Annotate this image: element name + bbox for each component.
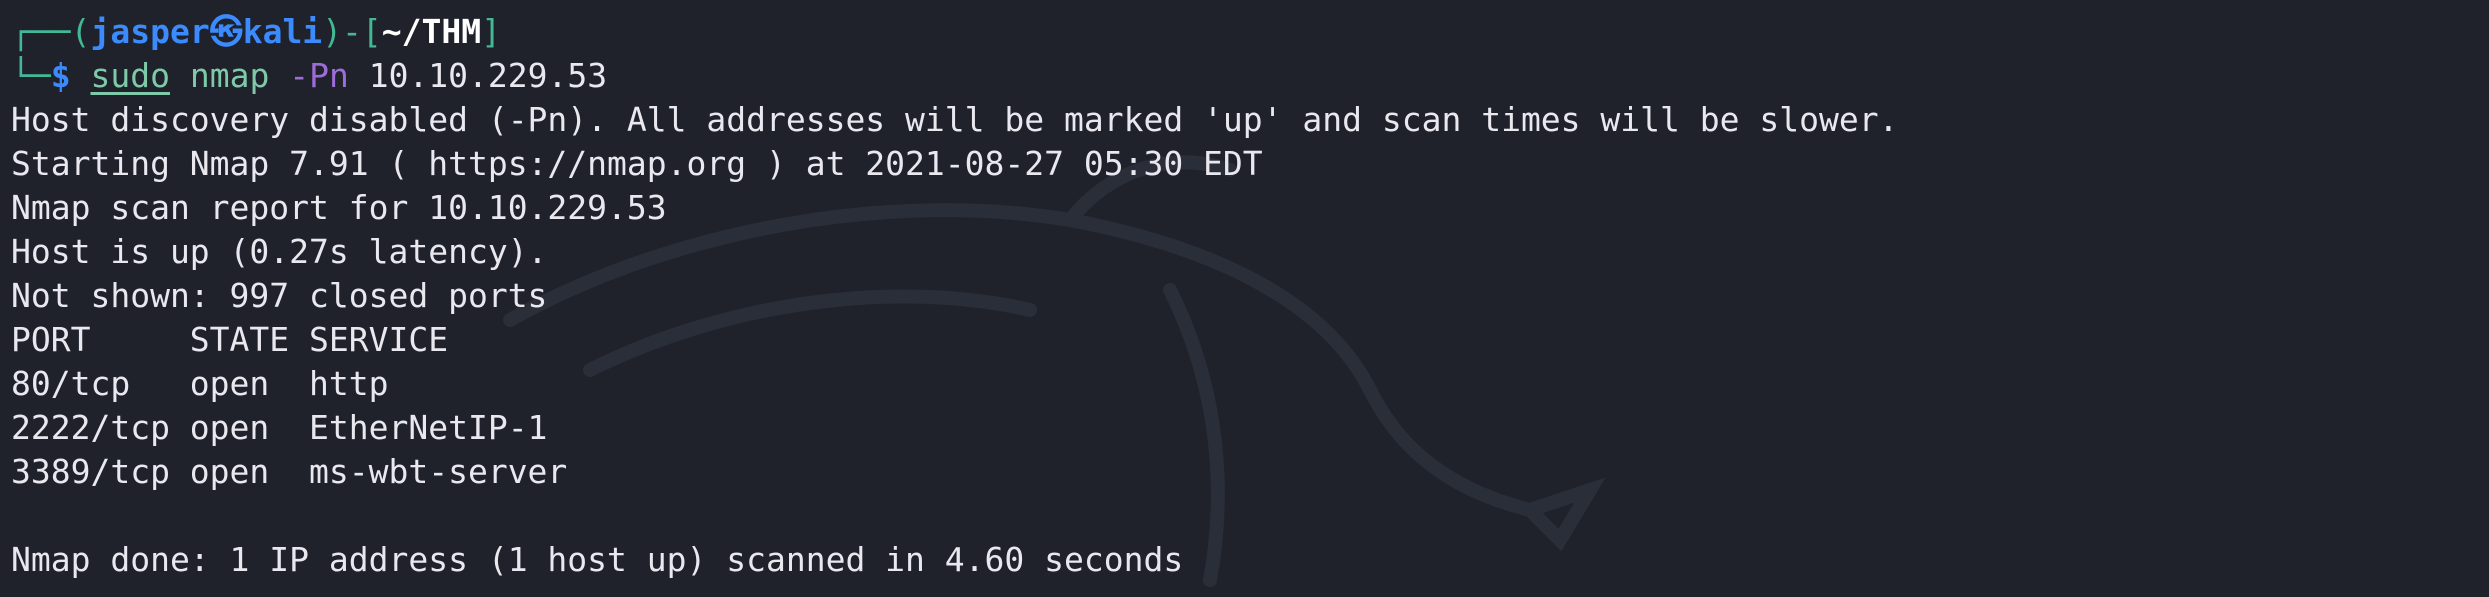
prompt-corner-bottom: └─ — [11, 56, 51, 95]
prompt-dollar: $ — [50, 56, 71, 95]
command-target: 10.10.229.53 — [368, 56, 608, 95]
port-table-row: 80/tcp open http — [11, 364, 389, 403]
command-sudo: sudo — [90, 56, 170, 95]
command-line[interactable]: └─$ sudo nmap -Pn 10.10.229.53 — [11, 54, 2489, 98]
output-line: Host is up (0.27s latency). — [11, 232, 548, 271]
port-table-row: 3389/tcp open ms-wbt-server — [11, 452, 568, 491]
prompt-end: ] — [481, 12, 502, 51]
output-line: Starting Nmap 7.91 ( https://nmap.org ) … — [11, 144, 1263, 183]
prompt-separator: )-[ — [322, 12, 382, 51]
prompt-cwd: ~/THM — [381, 12, 482, 51]
output-line: Host discovery disabled (-Pn). All addre… — [11, 100, 1899, 139]
port-table-row: 2222/tcp open EtherNetIP-1 — [11, 408, 548, 447]
command-program: nmap — [189, 56, 270, 95]
port-table-header: PORT STATE SERVICE — [11, 320, 449, 359]
prompt-corner-top: ┌──( — [11, 12, 91, 51]
output-line: Nmap scan report for 10.10.229.53 — [11, 188, 667, 227]
terminal-window[interactable]: ┌──(jasper㉿kali)-[~/THM] └─$ sudo nmap -… — [0, 0, 2489, 597]
command-flag: -Pn — [289, 56, 349, 95]
prompt-host: kali — [242, 12, 323, 51]
output-line: Nmap done: 1 IP address (1 host up) scan… — [11, 540, 1184, 579]
output-line: Not shown: 997 closed ports — [11, 276, 548, 315]
prompt-line-top: ┌──(jasper㉿kali)-[~/THM] — [11, 10, 2489, 54]
prompt-at-symbol: ㉿ — [209, 12, 243, 51]
prompt-user: jasper — [90, 12, 210, 51]
